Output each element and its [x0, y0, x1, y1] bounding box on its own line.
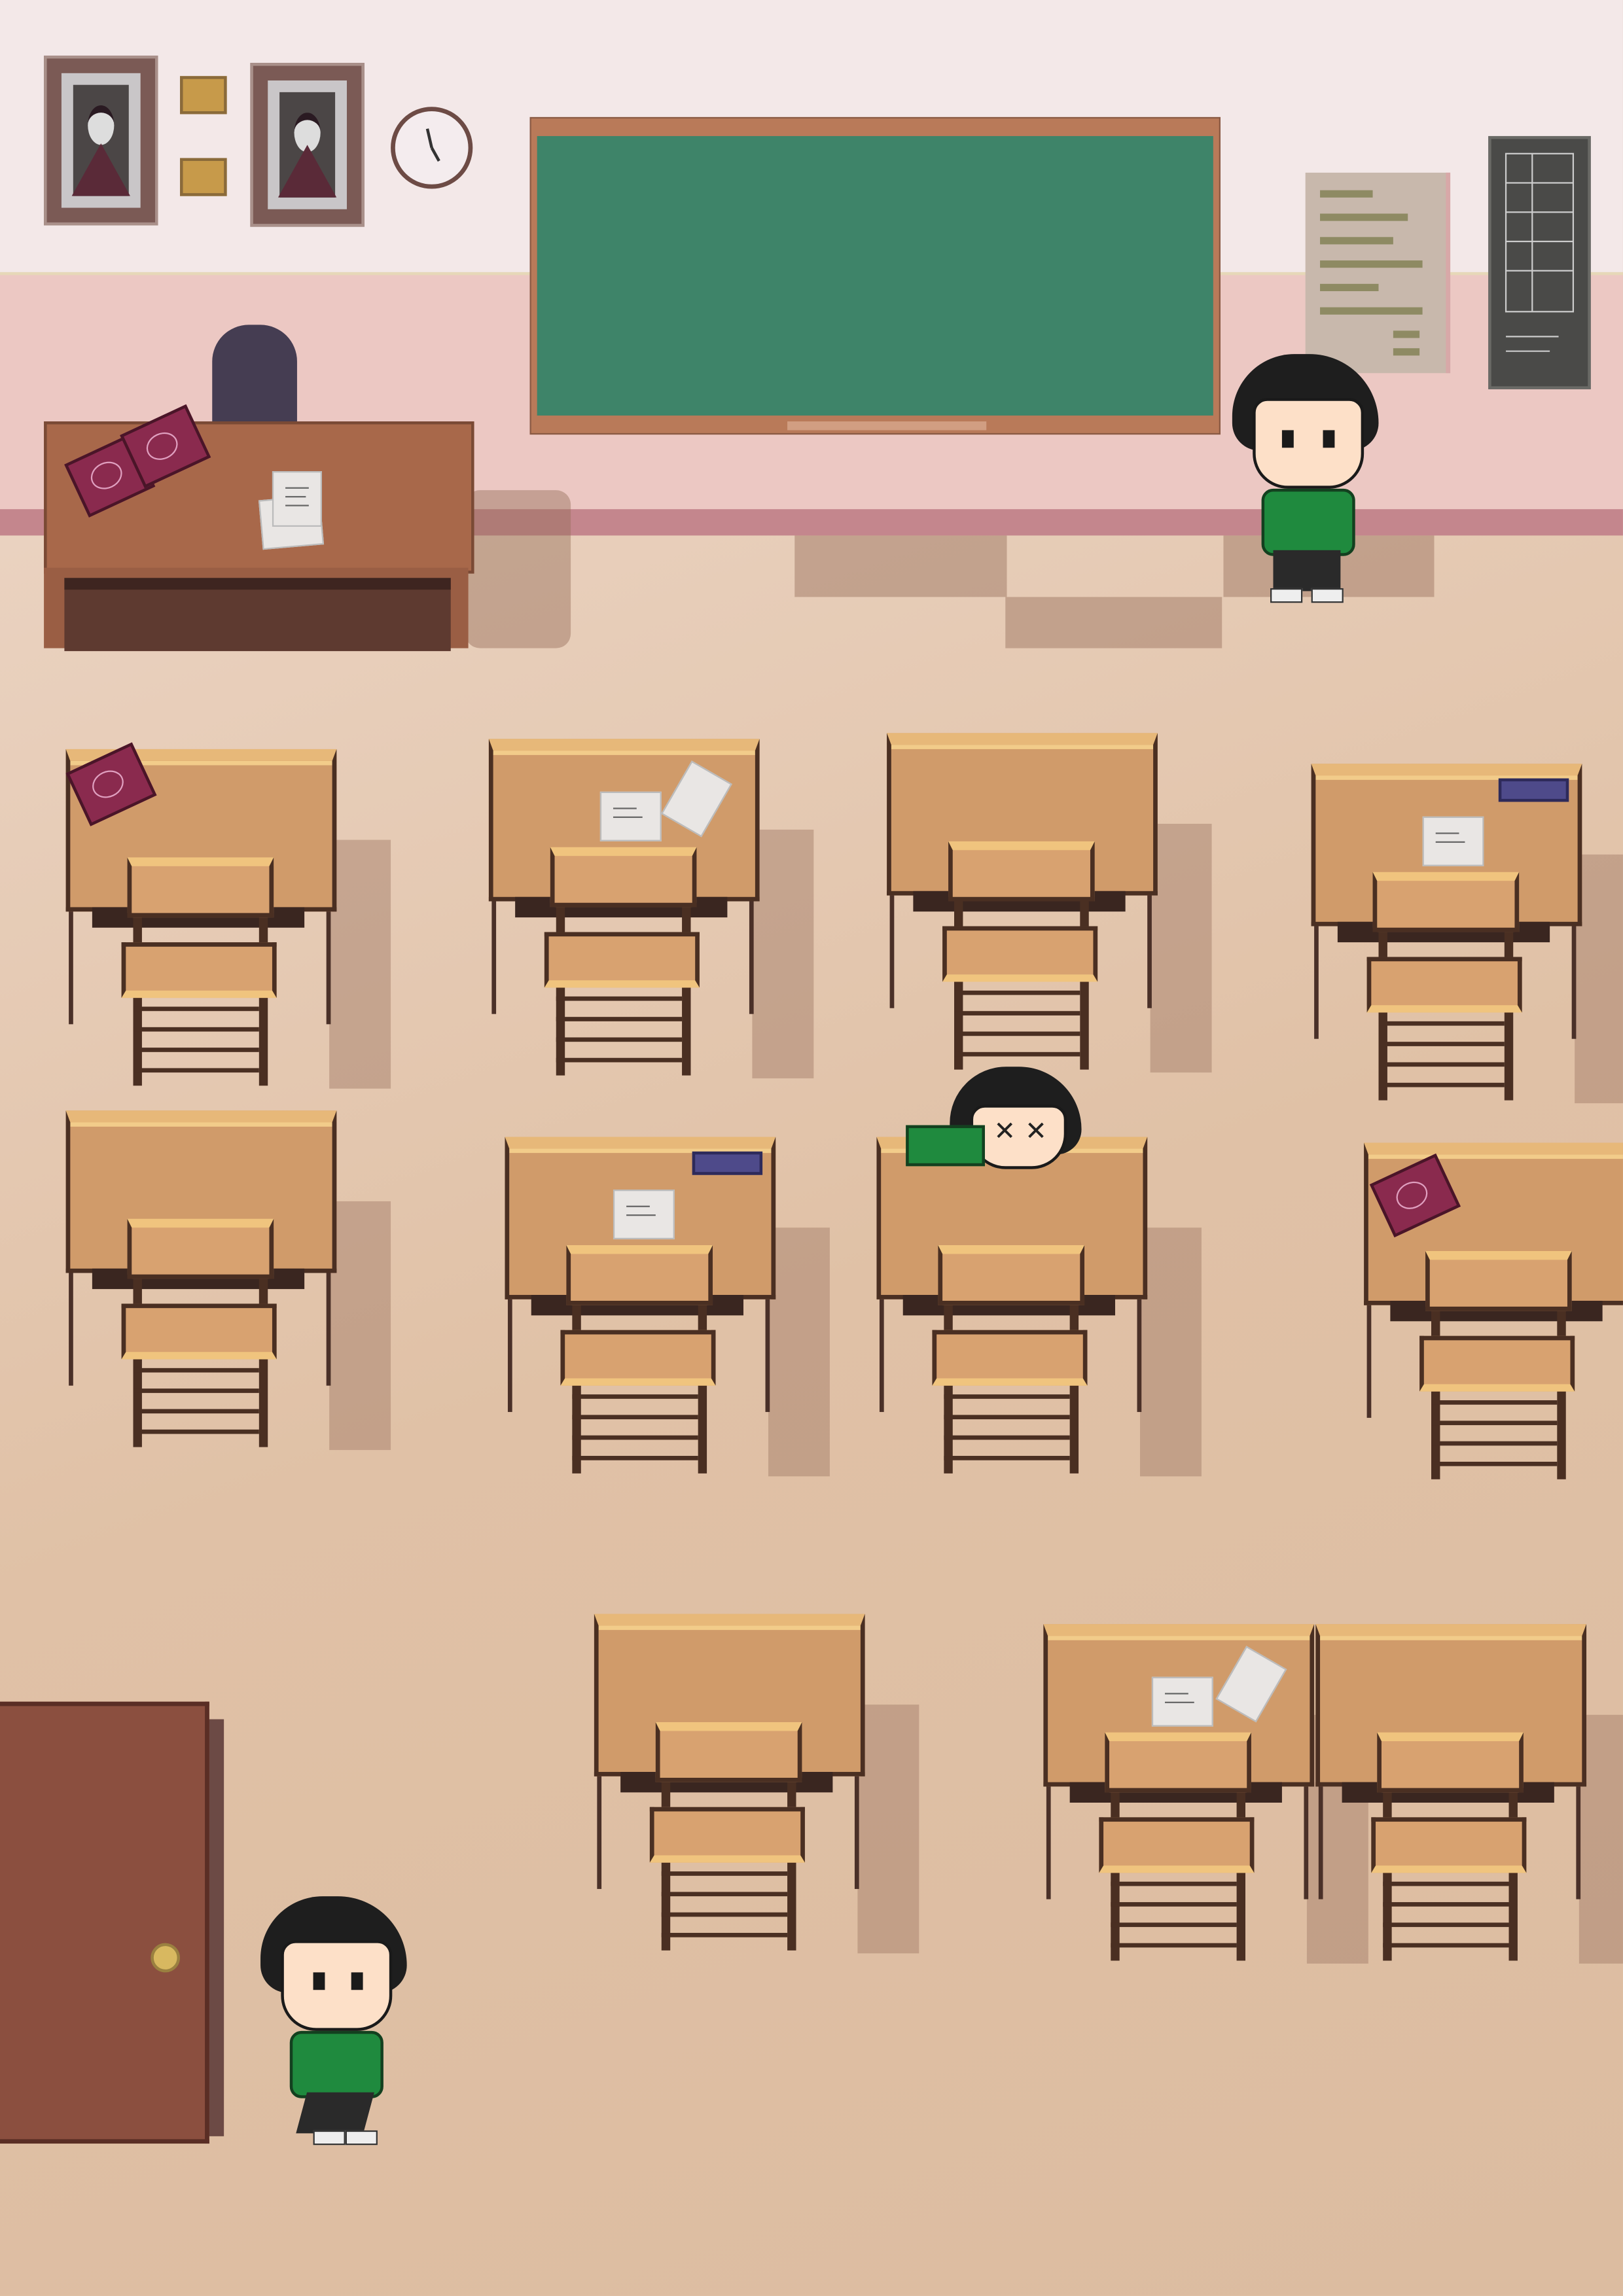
- chair-back: [1377, 1732, 1524, 1793]
- blue-book-icon: [1498, 778, 1569, 802]
- chair-back: [127, 857, 274, 918]
- student-desk: ✕ ✕: [876, 1067, 1202, 1503]
- chair-seat: [649, 1807, 805, 1863]
- wall-clock: [391, 107, 473, 189]
- chair-back: [1425, 1250, 1572, 1311]
- teacher-desk-drawer: [64, 578, 451, 652]
- chair-back: [1105, 1732, 1251, 1793]
- chair-back: [655, 1722, 802, 1782]
- teacher-chair: [212, 325, 297, 427]
- chair-seat: [1099, 1817, 1255, 1873]
- door-knob[interactable]: [151, 1943, 181, 1973]
- chair-seat: [1371, 1817, 1527, 1873]
- chalkboard: [529, 116, 1221, 435]
- chair-seat: [932, 1330, 1088, 1386]
- chair-seat: [1366, 957, 1522, 1013]
- chair-seat: [121, 1303, 277, 1360]
- chair-seat: [544, 932, 700, 988]
- portrait-left: [44, 55, 158, 226]
- chair-seat: [121, 942, 277, 998]
- student-desk: [505, 1137, 830, 1503]
- chair-back: [948, 841, 1095, 902]
- student-desk: [594, 1614, 919, 1980]
- paper-icon: [599, 791, 662, 841]
- paper-icon: [613, 1190, 675, 1240]
- student-desk: [65, 742, 391, 1115]
- floor-shadow: [1005, 597, 1222, 648]
- chair-back: [550, 847, 697, 908]
- student-desk: [887, 733, 1212, 1099]
- paper-icon: [1151, 1676, 1213, 1727]
- chair-back: [566, 1245, 713, 1305]
- paper-icon: [1422, 816, 1484, 866]
- plaque-top: [180, 76, 227, 115]
- chair-seat: [1419, 1335, 1575, 1392]
- floor-shadow: [794, 535, 1007, 597]
- student-desk: [1311, 764, 1623, 1129]
- clock-hands-icon: [425, 128, 440, 162]
- notice-poster: [1305, 172, 1451, 374]
- plaque-bottom: [180, 158, 227, 196]
- schedule-grid-icon: [1505, 152, 1575, 352]
- desk-shadow: [465, 490, 571, 648]
- student-desk: [488, 739, 814, 1104]
- chair-back: [938, 1245, 1085, 1305]
- chair-back: [1372, 872, 1520, 932]
- classroom-scene: ✕ ✕: [0, 0, 1623, 2296]
- student-desk: [1043, 1624, 1368, 1990]
- chair-seat: [942, 926, 1098, 982]
- chair-back: [127, 1218, 274, 1279]
- classroom-door[interactable]: [0, 1701, 209, 2144]
- portrait-right: [250, 63, 365, 227]
- student-desk: [1315, 1624, 1623, 1990]
- paper-icon: [272, 471, 322, 527]
- student-desk: [65, 1110, 391, 1476]
- schedule-board: [1488, 135, 1591, 389]
- blue-book-icon: [692, 1151, 763, 1175]
- chair-seat: [560, 1330, 716, 1386]
- student-desk: [1364, 1142, 1623, 1508]
- chalk-ledge: [787, 421, 987, 431]
